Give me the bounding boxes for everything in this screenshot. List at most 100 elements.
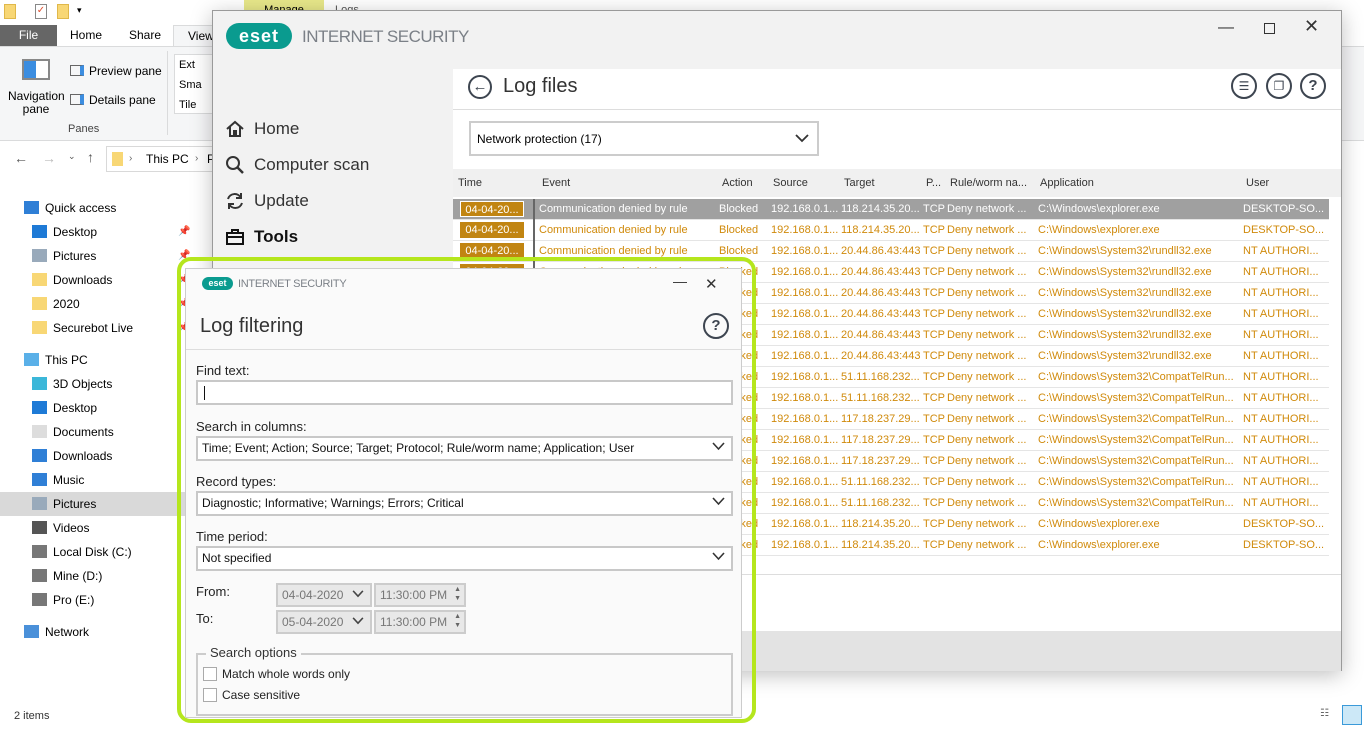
event-cell: Communication denied by rule <box>539 224 688 236</box>
nav-item[interactable]: Local Disk (C:) <box>0 540 200 564</box>
to-date-picker[interactable]: 05-04-2020 <box>276 610 372 634</box>
divider <box>167 51 168 135</box>
col-target[interactable]: Target <box>844 169 875 197</box>
maximize-button[interactable] <box>1264 23 1275 34</box>
properties-icon[interactable]: ✓ <box>35 4 47 19</box>
find-text-input[interactable] <box>196 380 733 405</box>
layout-small[interactable]: Sma <box>179 79 202 91</box>
new-folder-icon[interactable] <box>57 4 69 19</box>
application-cell: C:\Windows\System32\CompatTelRun... <box>1038 434 1234 446</box>
rule-cell: Deny network ... <box>947 392 1027 404</box>
nav-item[interactable]: Desktop <box>0 396 200 420</box>
match-whole-words-checkbox[interactable] <box>203 667 217 681</box>
protocol-cell: TCP <box>923 371 945 383</box>
nav-item-label: Securebot Live <box>53 321 134 335</box>
table-row[interactable]: 04-04-20... Communication denied by rule B… <box>453 199 1329 220</box>
pin-icon[interactable]: 📌 <box>178 220 190 244</box>
nav-item[interactable]: Quick access <box>0 196 200 220</box>
forward-icon[interactable]: → <box>42 150 56 166</box>
nav-item[interactable]: Pro (E:) <box>0 588 200 612</box>
search-columns-select[interactable]: Time; Event; Action; Source; Target; Pro… <box>196 436 733 461</box>
help-icon[interactable]: ? <box>1300 73 1326 99</box>
dialog-close-button[interactable]: ✕ <box>705 275 718 293</box>
close-button[interactable]: ✕ <box>1304 16 1319 37</box>
nav-item-label: 2020 <box>53 297 80 311</box>
col-user[interactable]: User <box>1246 169 1269 197</box>
col-time[interactable]: Time <box>458 169 482 197</box>
tab-home[interactable]: Home <box>56 25 116 46</box>
nav-item[interactable]: 3D Objects <box>0 372 200 396</box>
col-application[interactable]: Application <box>1040 169 1094 197</box>
time-spinner-icon[interactable]: ▲ ▼ <box>454 585 461 603</box>
details-view-icon[interactable]: ☷ <box>1320 708 1336 722</box>
from-time-picker[interactable]: 11:30:00 PM ▲ ▼ <box>374 583 466 607</box>
tab-file[interactable]: File <box>0 25 57 46</box>
col-event[interactable]: Event <box>542 169 570 197</box>
nav-item[interactable]: Documents <box>0 420 200 444</box>
nav-item[interactable]: Pictures 📌 <box>0 244 200 268</box>
col-action[interactable]: Action <box>722 169 753 197</box>
nav-item[interactable]: This PC <box>0 348 200 372</box>
folder-icon[interactable] <box>4 4 16 19</box>
rule-cell: Deny network ... <box>947 308 1027 320</box>
to-time-picker[interactable]: 11:30:00 PM ▲ ▼ <box>374 610 466 634</box>
nav-item[interactable]: Network <box>0 620 200 644</box>
back-icon[interactable]: ← <box>14 150 28 166</box>
list-view-icon[interactable]: ☰ <box>1231 73 1257 99</box>
from-date-picker[interactable]: 04-04-2020 <box>276 583 372 607</box>
cube-icon <box>32 377 47 390</box>
network-icon <box>24 625 39 638</box>
user-cell: NT AUTHORI... <box>1243 413 1319 425</box>
record-types-select[interactable]: Diagnostic; Informative; Warnings; Error… <box>196 491 733 516</box>
record-types-value: Diagnostic; Informative; Warnings; Error… <box>202 496 464 510</box>
product-name: INTERNET SECURITY <box>302 27 469 46</box>
nav-item[interactable]: Securebot Live📌 <box>0 316 200 340</box>
user-cell: DESKTOP-SO... <box>1243 203 1325 215</box>
layout-tiles[interactable]: Tile <box>179 99 196 111</box>
source-cell: 192.168.0.1... <box>771 266 839 278</box>
nav-item[interactable]: 2020📌 <box>0 292 200 316</box>
large-icons-view-icon[interactable] <box>1342 705 1362 725</box>
col-protocol[interactable]: P... <box>926 169 941 197</box>
time-cell: 04-04-20... <box>460 222 524 238</box>
time-spinner-icon[interactable]: ▲ ▼ <box>454 612 461 630</box>
copy-window-icon[interactable]: ❐ <box>1266 73 1292 99</box>
navigation-pane-button[interactable]: Navigation pane <box>8 90 65 116</box>
nav-item[interactable]: Videos <box>0 516 200 540</box>
protocol-cell: TCP <box>923 224 945 236</box>
col-source[interactable]: Source <box>773 169 808 197</box>
match-whole-words-label[interactable]: Match whole words only <box>222 667 350 681</box>
nav-item-label: Videos <box>53 521 90 535</box>
up-icon[interactable]: ↑ <box>87 149 94 165</box>
dialog-product-name: INTERNET SECURITY <box>238 278 347 290</box>
dialog-minimize-button[interactable]: — <box>673 273 687 289</box>
nav-item[interactable]: Desktop 📌 <box>0 220 200 244</box>
log-type-select[interactable]: Network protection (17) <box>469 121 819 156</box>
nav-item-label: Desktop <box>53 401 98 415</box>
recent-chevron-icon[interactable]: ⌄ <box>68 151 76 162</box>
table-row[interactable]: 04-04-20... Communication denied by rule B… <box>453 220 1329 241</box>
nav-item[interactable]: Mine (D:) <box>0 564 200 588</box>
drive-icon <box>32 545 47 558</box>
tab-share[interactable]: Share <box>115 25 175 46</box>
nav-item[interactable]: Music <box>0 468 200 492</box>
nav-item[interactable]: Pictures <box>0 492 200 516</box>
dialog-help-icon[interactable]: ? <box>703 313 729 339</box>
home-icon <box>226 120 244 137</box>
minimize-button[interactable]: — <box>1218 19 1234 37</box>
application-cell: C:\Windows\System32\CompatTelRun... <box>1038 371 1234 383</box>
nav-item[interactable]: Downloads <box>0 444 200 468</box>
case-sensitive-checkbox[interactable] <box>203 688 217 702</box>
details-pane-button[interactable]: Details pane <box>89 93 156 107</box>
address-bar[interactable]: › This PC › P <box>106 146 226 172</box>
desktop-icon <box>32 225 47 238</box>
breadcrumb-this-pc[interactable]: This PC <box>146 152 189 166</box>
back-arrow-icon[interactable]: ← <box>468 75 492 99</box>
nav-item[interactable]: Downloads📌 <box>0 268 200 292</box>
time-period-select[interactable]: Not specified <box>196 546 733 571</box>
case-sensitive-label[interactable]: Case sensitive <box>222 688 300 702</box>
preview-pane-button[interactable]: Preview pane <box>89 64 162 78</box>
customize-qat-icon[interactable]: ▾ <box>77 5 82 16</box>
layout-extra-large[interactable]: Ext <box>179 59 195 71</box>
col-rule[interactable]: Rule/worm na... <box>950 169 1027 197</box>
